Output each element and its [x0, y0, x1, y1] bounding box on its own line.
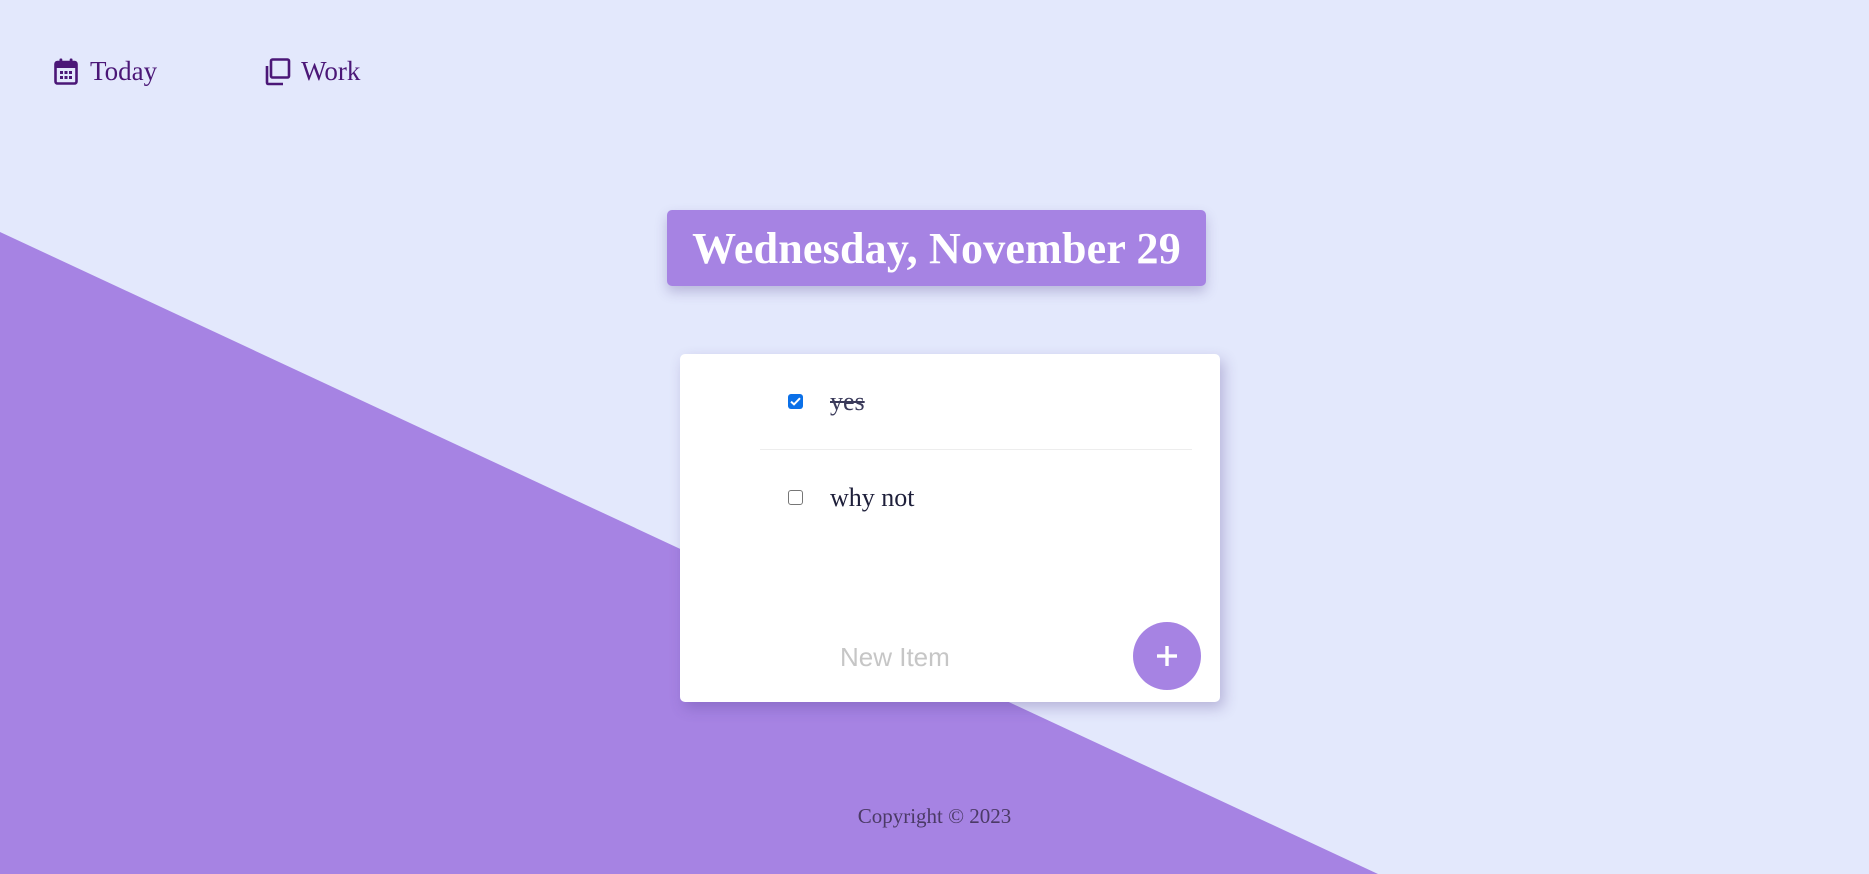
checkmark-icon: [790, 397, 801, 406]
calendar-icon: [52, 57, 80, 87]
list-item: why not: [760, 450, 1192, 545]
new-item-input[interactable]: [838, 638, 1092, 676]
item-text: why not: [830, 482, 915, 512]
item-checkbox-checked[interactable]: [788, 394, 803, 409]
nav-item-today[interactable]: Today: [52, 56, 157, 87]
plus-icon: [1157, 646, 1177, 666]
list-item: yes: [760, 354, 1192, 450]
copyright-text: Copyright © 2023: [857, 804, 1012, 828]
date-banner: Wednesday, November 29: [667, 210, 1206, 286]
nav-label-work: Work: [301, 56, 361, 86]
top-nav: Today Work: [52, 56, 466, 87]
copy-icon: [263, 57, 291, 87]
nav-label-today: Today: [90, 56, 158, 86]
nav-item-work[interactable]: Work: [263, 56, 360, 87]
item-text: yes: [830, 386, 865, 416]
item-checkbox-unchecked[interactable]: [788, 490, 803, 505]
page-title: Wednesday, November 29: [692, 223, 1181, 273]
todo-card: yes why not: [680, 354, 1220, 702]
footer: Copyright © 2023: [0, 804, 1869, 829]
add-item-button[interactable]: [1133, 622, 1201, 690]
